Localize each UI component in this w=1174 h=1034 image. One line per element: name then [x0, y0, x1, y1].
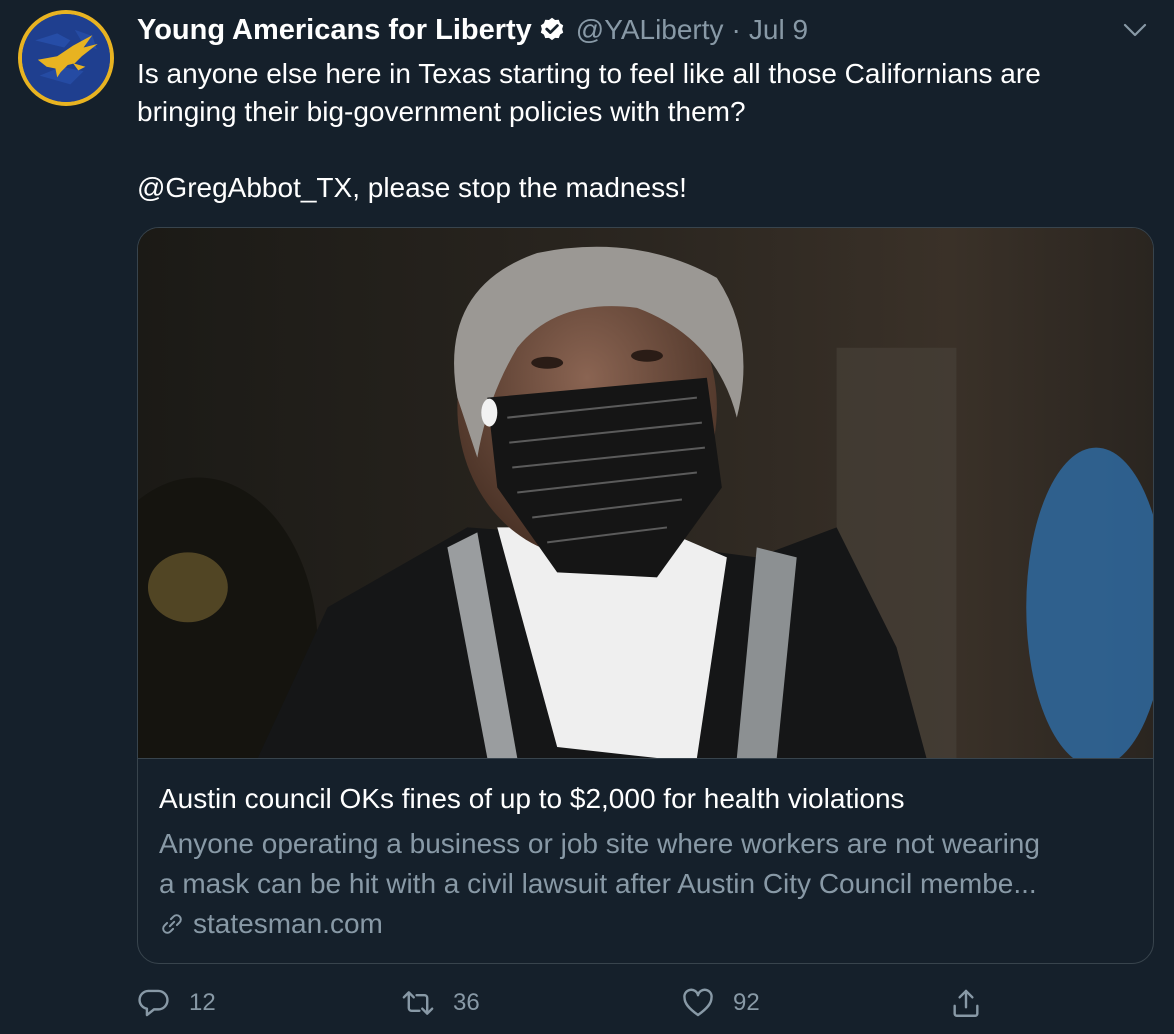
separator: · — [731, 14, 741, 45]
link-card[interactable]: Austin council OKs fines of up to $2,000… — [137, 227, 1154, 964]
like-button[interactable]: 92 — [681, 982, 760, 1024]
like-count: 92 — [733, 989, 760, 1016]
chevron-down-icon[interactable] — [1122, 20, 1148, 40]
display-name[interactable]: Young Americans for Liberty — [137, 14, 532, 47]
masked-man-photo — [138, 228, 1153, 758]
tweet-text-line: Is anyone else here in Texas starting to… — [137, 58, 1041, 89]
share-button[interactable] — [949, 982, 983, 1024]
card-description: Anyone operating a business or job site … — [159, 824, 1134, 904]
eagle-logo-icon — [22, 14, 110, 102]
card-image[interactable] — [138, 228, 1153, 759]
heart-icon — [683, 988, 713, 1017]
tweet-header: Young Americans for Liberty @YALiberty ·… — [137, 12, 808, 48]
link-icon — [162, 914, 182, 934]
card-title: Austin council OKs fines of up to $2,000… — [159, 783, 905, 814]
tweet-text-line: @GregAbbot_TX, please stop the madness! — [137, 172, 687, 203]
tweet-text-line: bringing their big-government policies w… — [137, 96, 746, 127]
tweet-actions: 12 36 92 — [137, 982, 1154, 1024]
share-icon — [953, 989, 979, 1017]
retweet-icon — [402, 991, 434, 1015]
tweet[interactable]: Young Americans for Liberty @YALiberty ·… — [0, 0, 1174, 1034]
card-domain-label: statesman.com — [193, 908, 383, 939]
tweet-date[interactable]: Jul 9 — [749, 14, 808, 46]
retweet-count: 36 — [453, 989, 480, 1016]
retweet-button[interactable]: 36 — [401, 982, 480, 1024]
reply-button[interactable]: 12 — [137, 982, 216, 1024]
avatar[interactable] — [18, 10, 114, 106]
reply-count: 12 — [189, 989, 216, 1016]
verified-badge-icon — [540, 17, 563, 41]
card-domain: statesman.com — [159, 904, 383, 944]
handle[interactable]: @YALiberty — [576, 14, 724, 46]
tweet-text: Is anyone else here in Texas starting to… — [137, 55, 1147, 207]
card-description-line: a mask can be hit with a civil lawsuit a… — [159, 868, 1037, 899]
reply-icon — [138, 989, 169, 1017]
card-description-line: Anyone operating a business or job site … — [159, 828, 1040, 859]
